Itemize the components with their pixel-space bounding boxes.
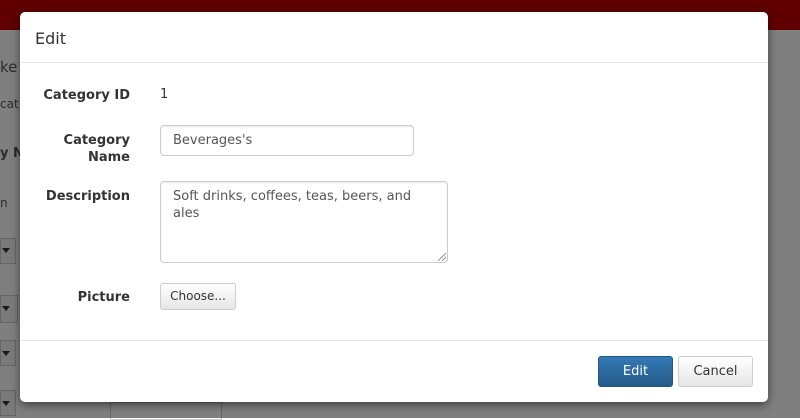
modal-title: Edit bbox=[35, 29, 66, 48]
resize-handle-icon[interactable] bbox=[438, 253, 446, 261]
category-id-label: Category ID bbox=[43, 88, 130, 103]
category-name-input[interactable] bbox=[160, 125, 414, 156]
category-id-value: 1 bbox=[160, 87, 169, 102]
picture-label: Picture bbox=[77, 290, 130, 305]
edit-dialog: Edit Category ID 1 Category Name Descrip… bbox=[20, 12, 768, 402]
modal-header bbox=[20, 12, 768, 63]
choose-file-button[interactable]: Choose... bbox=[160, 283, 236, 310]
description-textarea[interactable]: Soft drinks, coffees, teas, beers, and a… bbox=[160, 181, 448, 263]
cancel-button[interactable]: Cancel bbox=[678, 356, 753, 387]
description-label: Description bbox=[45, 189, 130, 204]
category-name-label: Category Name bbox=[63, 133, 130, 165]
modal-footer-divider bbox=[20, 340, 768, 341]
edit-button[interactable]: Edit bbox=[598, 356, 673, 387]
